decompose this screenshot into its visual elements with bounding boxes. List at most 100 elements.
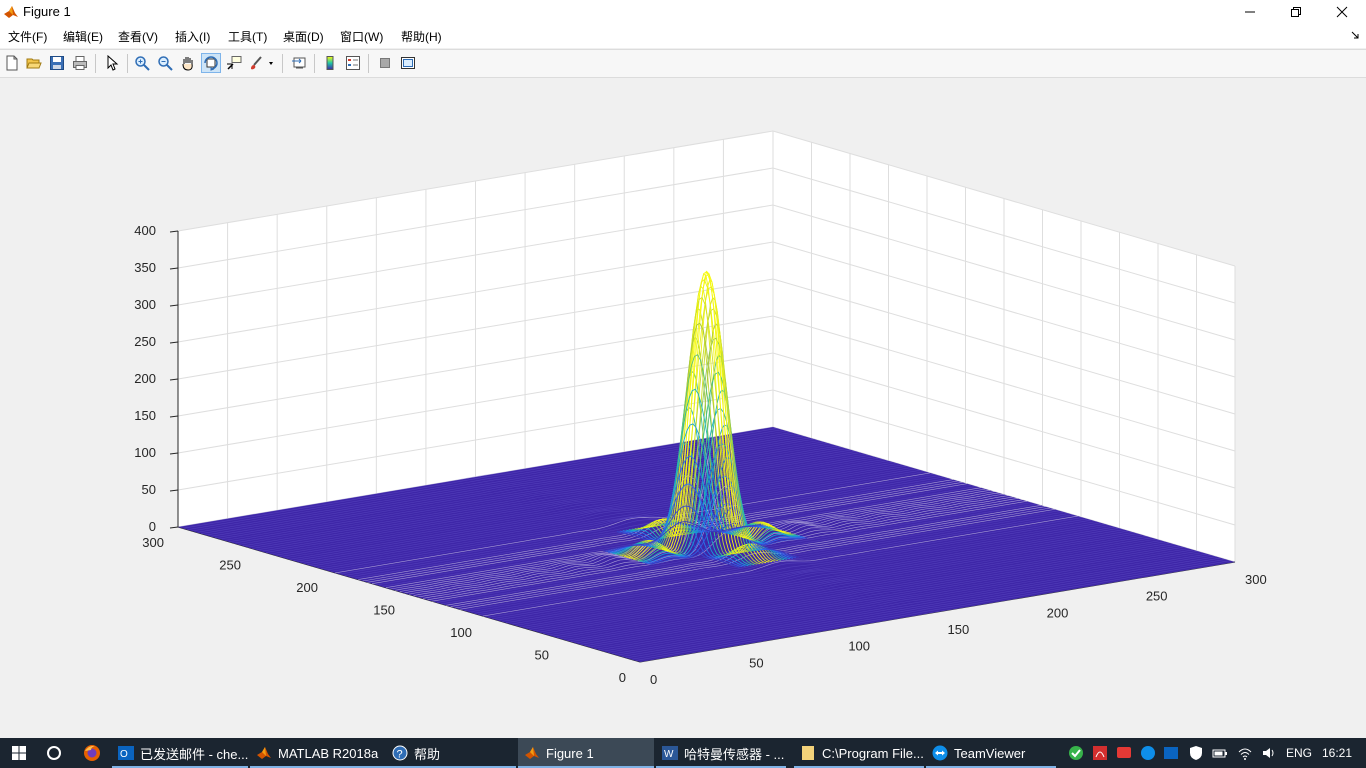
z-tick-label: 100: [134, 445, 156, 460]
save-button[interactable]: [47, 53, 67, 73]
z-tick-mark: [169, 304, 179, 307]
word-icon: W: [662, 746, 678, 760]
taskbar-item-outlook[interactable]: O 已发送邮件 - che...: [112, 738, 248, 768]
zoom-in-icon: [135, 56, 150, 71]
show-plot-tools-button[interactable]: [398, 53, 418, 73]
tray-green-icon[interactable]: [1068, 745, 1084, 761]
y-tick-label: 50: [535, 648, 549, 663]
show-plot-tools-icon: [401, 57, 415, 69]
z-tick-label: 350: [134, 260, 156, 275]
data-cursor-button[interactable]: [224, 53, 244, 73]
x-tick-label: 150: [948, 622, 970, 637]
y-tick-label: 250: [219, 558, 241, 573]
svg-text:W: W: [664, 749, 674, 760]
start-button[interactable]: [0, 738, 38, 768]
z-tick-label: 200: [134, 371, 156, 386]
teamviewer-icon: [932, 745, 948, 761]
menu-insert[interactable]: 插入(I): [175, 28, 210, 45]
x-tick-label: 50: [749, 655, 763, 670]
pan-hand-icon: [182, 57, 193, 71]
brush-icon: [251, 56, 273, 70]
tray-shield-icon[interactable]: [1188, 745, 1204, 761]
search-button[interactable]: [38, 738, 70, 768]
close-button[interactable]: [1319, 0, 1365, 24]
tray-clock[interactable]: 16:21: [1322, 746, 1352, 760]
svg-text:O: O: [120, 749, 128, 760]
dock-arrow-icon[interactable]: [1350, 30, 1360, 40]
taskbar-item-matlab[interactable]: MATLAB R2018a: [250, 738, 386, 768]
taskbar-item-figure[interactable]: Figure 1: [518, 738, 654, 768]
matlab-figure-icon: [525, 747, 539, 759]
title-bar: Figure 1: [0, 0, 1366, 24]
z-tick-mark: [169, 452, 179, 455]
folder-icon: [802, 746, 814, 760]
colorbar-button[interactable]: [320, 53, 340, 73]
pointer-button[interactable]: [102, 53, 122, 73]
tray-wifi-icon[interactable]: [1237, 745, 1253, 761]
outlook-icon: O: [118, 746, 134, 760]
z-tick-label: 50: [142, 482, 156, 497]
restore-button[interactable]: [1273, 0, 1319, 24]
figure-canvas[interactable]: 0 50 100 150 200 250 300 350 400 0 50 100 150 200 250 3…: [0, 78, 1366, 738]
menu-bar: 文件(F) 编辑(E) 查看(V) 插入(I) 工具(T) 桌面(D) 窗口(W…: [0, 24, 1366, 48]
taskbar-item-label: TeamViewer: [954, 745, 1026, 761]
taskbar-item-explorer[interactable]: C:\Program File...: [794, 738, 924, 768]
z-tick-label: 300: [134, 297, 156, 312]
firefox-icon: [84, 745, 100, 761]
firefox-button[interactable]: [76, 738, 108, 768]
y-tick-label: 150: [373, 603, 395, 618]
save-icon: [50, 56, 64, 70]
menu-help[interactable]: 帮助(H): [401, 28, 442, 45]
x-tick-label: 250: [1146, 589, 1168, 604]
menu-window[interactable]: 窗口(W): [340, 28, 383, 45]
taskbar-item-label: C:\Program File...: [822, 745, 924, 761]
taskbar-item-teamviewer[interactable]: TeamViewer: [926, 738, 1056, 768]
tray-language[interactable]: ENG: [1286, 746, 1312, 760]
menu-edit[interactable]: 编辑(E): [63, 28, 103, 45]
tray-teamviewer-icon[interactable]: [1140, 745, 1156, 761]
z-tick-mark: [169, 341, 179, 344]
rotate-3d-icon: [204, 56, 218, 71]
tray-chat-icon[interactable]: [1116, 745, 1132, 761]
pointer-icon: [107, 55, 119, 71]
window-title: Figure 1: [23, 4, 71, 19]
tray-pdf-icon[interactable]: [1092, 745, 1108, 761]
legend-button[interactable]: [343, 53, 363, 73]
rotate-3d-button[interactable]: [201, 53, 221, 73]
taskbar-item-label: 帮助: [414, 746, 441, 762]
menu-desktop[interactable]: 桌面(D): [283, 28, 324, 45]
open-file-button[interactable]: [24, 53, 44, 73]
data-cursor-icon: [227, 56, 242, 70]
surface-plot[interactable]: 0 50 100 150 200 250 300 350 400 0 50 100 150 200 250 3…: [0, 78, 1366, 738]
menu-file[interactable]: 文件(F): [8, 28, 47, 45]
link-plot-button[interactable]: [289, 53, 309, 73]
help-icon: ?: [392, 745, 408, 761]
z-tick-label: 250: [134, 334, 156, 349]
hide-plot-tools-button[interactable]: [375, 53, 395, 73]
hide-plot-tools-icon: [380, 58, 390, 68]
z-tick-mark: [169, 267, 179, 270]
z-tick-label: 150: [134, 408, 156, 423]
zoom-out-icon: [158, 56, 173, 71]
taskbar-item-label: 哈特曼传感器 - ...: [684, 746, 785, 762]
print-button[interactable]: [70, 53, 90, 73]
zoom-out-button[interactable]: [155, 53, 175, 73]
tray-outlook-icon[interactable]: [1163, 745, 1179, 761]
z-tick-mark: [169, 489, 179, 492]
new-figure-button[interactable]: [2, 53, 22, 73]
taskbar-item-label: 已发送邮件 - che...: [140, 746, 248, 762]
menu-tools[interactable]: 工具(T): [228, 28, 267, 45]
menu-view[interactable]: 查看(V): [118, 28, 158, 45]
tray-volume-icon[interactable]: [1261, 745, 1277, 761]
new-figure-icon: [6, 55, 18, 71]
minimize-button[interactable]: [1227, 0, 1273, 24]
legend-icon: [346, 56, 360, 70]
taskbar-item-word[interactable]: W 哈特曼传感器 - ...: [656, 738, 786, 768]
pan-button[interactable]: [178, 53, 198, 73]
x-tick-label: 100: [848, 639, 870, 654]
zoom-in-button[interactable]: [132, 53, 152, 73]
brush-button[interactable]: [248, 53, 276, 73]
x-tick-label: 300: [1245, 572, 1267, 587]
taskbar-item-help[interactable]: ? 帮助: [386, 738, 516, 768]
tray-battery-icon[interactable]: [1212, 745, 1228, 761]
